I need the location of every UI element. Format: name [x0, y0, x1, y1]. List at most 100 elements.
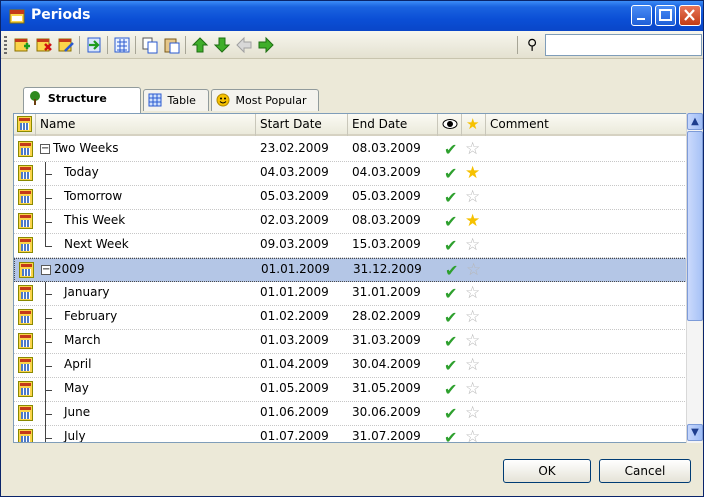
start-date-cell: 01.03.2009 — [260, 333, 329, 347]
group-icon[interactable] — [113, 36, 131, 54]
table-row[interactable]: This Week 02.03.2009 08.03.2009 ✔ ★ — [14, 210, 687, 234]
check-icon[interactable]: ✔ — [444, 236, 457, 255]
star-icon[interactable]: ★ — [465, 211, 480, 231]
tree-line — [45, 390, 52, 391]
toolbar-separator — [135, 36, 136, 54]
table-row[interactable]: Next Week 09.03.2009 15.03.2009 ✔ ☆ — [14, 234, 687, 258]
title-bar[interactable]: Periods — [1, 1, 703, 31]
end-date-cell: 31.03.2009 — [352, 333, 421, 347]
chevron-down-icon: ▼ — [691, 427, 699, 438]
table-row[interactable]: June 01.06.2009 30.06.2009 ✔ ☆ — [14, 402, 687, 426]
start-date-cell: 01.02.2009 — [260, 309, 329, 323]
tab-table[interactable]: Table — [143, 89, 209, 111]
star-icon[interactable]: ☆ — [465, 355, 480, 375]
tab-structure[interactable]: Structure — [23, 87, 141, 113]
check-icon[interactable]: ✔ — [444, 140, 457, 159]
close-button[interactable] — [679, 5, 701, 26]
tree-line — [45, 318, 52, 319]
edit-period-icon[interactable] — [57, 36, 75, 54]
scroll-thumb[interactable] — [687, 131, 703, 321]
name-cell: February — [64, 309, 118, 323]
copy-icon[interactable] — [141, 36, 159, 54]
minimize-button[interactable] — [631, 5, 652, 26]
name-cell: Today — [64, 165, 99, 179]
check-icon[interactable]: ✔ — [444, 212, 457, 231]
tree-line — [45, 426, 46, 442]
start-date-cell: 01.01.2009 — [260, 285, 329, 299]
ok-button[interactable]: OK — [503, 459, 591, 483]
check-icon[interactable]: ✔ — [444, 356, 457, 375]
move-up-icon[interactable] — [191, 36, 209, 54]
check-icon[interactable]: ✔ — [444, 404, 457, 423]
star-icon[interactable]: ☆ — [465, 187, 480, 207]
check-icon[interactable]: ✔ — [444, 164, 457, 183]
tree-icon — [30, 91, 40, 105]
search-input[interactable] — [545, 34, 702, 56]
move-right-icon[interactable] — [257, 36, 275, 54]
table-row[interactable]: Tomorrow 05.03.2009 05.03.2009 ✔ ☆ — [14, 186, 687, 210]
collapse-toggle[interactable]: − — [40, 144, 50, 154]
move-left-icon[interactable] — [235, 36, 253, 54]
add-period-icon[interactable] — [13, 36, 31, 54]
star-icon[interactable]: ☆ — [465, 379, 480, 399]
move-down-icon[interactable] — [213, 36, 231, 54]
cancel-button[interactable]: Cancel — [599, 459, 691, 483]
start-date-cell: 02.03.2009 — [260, 213, 329, 227]
star-icon[interactable]: ★ — [465, 163, 480, 183]
column-header-start-date[interactable]: Start Date — [256, 114, 348, 136]
star-icon[interactable]: ☆ — [465, 283, 480, 303]
column-header-icon[interactable] — [14, 114, 36, 136]
table-row[interactable]: − Two Weeks 23.02.2009 08.03.2009 ✔ ☆ — [14, 138, 687, 162]
star-icon[interactable]: ☆ — [465, 403, 480, 423]
table-row[interactable]: −2009 01.01.2009 31.12.2009 ✔ ☆ — [14, 258, 687, 282]
column-header-visible[interactable] — [438, 114, 462, 136]
end-date-cell: 31.12.2009 — [353, 262, 422, 276]
maximize-button[interactable] — [655, 5, 676, 26]
periods-grid[interactable]: Name Start Date End Date ★ Comment − Two … — [13, 113, 701, 443]
column-header-comment[interactable]: Comment — [486, 114, 687, 136]
name-cell: April — [64, 357, 92, 371]
calendar-icon — [19, 262, 34, 278]
tab-most-popular[interactable]: Most Popular — [211, 89, 319, 111]
calendar-icon — [18, 189, 33, 205]
star-icon[interactable]: ☆ — [465, 235, 480, 255]
table-row[interactable]: January 01.01.2009 31.01.2009 ✔ ☆ — [14, 282, 687, 306]
table-row[interactable]: Today 04.03.2009 04.03.2009 ✔ ★ — [14, 162, 687, 186]
minimize-icon — [637, 18, 645, 20]
end-date-cell: 31.07.2009 — [352, 429, 421, 443]
check-icon[interactable]: ✔ — [444, 284, 457, 303]
calendar-icon — [18, 285, 33, 301]
check-icon[interactable]: ✔ — [444, 428, 457, 442]
collapse-toggle[interactable]: − — [41, 265, 51, 275]
column-header-favorite[interactable]: ★ — [462, 114, 486, 136]
table-row[interactable]: July 01.07.2009 31.07.2009 ✔ ☆ — [14, 426, 687, 443]
end-date-cell: 31.05.2009 — [352, 381, 421, 395]
check-icon[interactable]: ✔ — [445, 261, 458, 280]
import-icon[interactable] — [85, 36, 103, 54]
star-icon[interactable]: ☆ — [466, 260, 481, 280]
column-header-end-date[interactable]: End Date — [348, 114, 438, 136]
tree-line — [45, 174, 52, 175]
star-icon[interactable]: ☆ — [465, 331, 480, 351]
table-row[interactable]: May 01.05.2009 31.05.2009 ✔ ☆ — [14, 378, 687, 402]
table-row[interactable]: March 01.03.2009 31.03.2009 ✔ ☆ — [14, 330, 687, 354]
vertical-scrollbar[interactable]: ▲ ▼ — [686, 113, 703, 443]
scroll-up-button[interactable]: ▲ — [687, 113, 703, 130]
smiley-icon — [216, 93, 230, 107]
star-icon[interactable]: ☆ — [465, 139, 480, 159]
table-row[interactable]: April 01.04.2009 30.04.2009 ✔ ☆ — [14, 354, 687, 378]
star-icon[interactable]: ☆ — [465, 427, 480, 442]
toolbar-grip[interactable] — [4, 36, 7, 54]
column-header-name[interactable]: Name — [36, 114, 256, 136]
scroll-down-button[interactable]: ▼ — [687, 424, 703, 441]
table-row[interactable]: February 01.02.2009 28.02.2009 ✔ ☆ — [14, 306, 687, 330]
paste-icon[interactable] — [163, 36, 181, 54]
check-icon[interactable]: ✔ — [444, 308, 457, 327]
star-icon[interactable]: ☆ — [465, 307, 480, 327]
check-icon[interactable]: ✔ — [444, 380, 457, 399]
check-icon[interactable]: ✔ — [444, 332, 457, 351]
check-icon[interactable]: ✔ — [444, 188, 457, 207]
toolbar-separator — [185, 36, 186, 54]
calendar-icon — [18, 213, 33, 229]
delete-period-icon[interactable] — [35, 36, 53, 54]
